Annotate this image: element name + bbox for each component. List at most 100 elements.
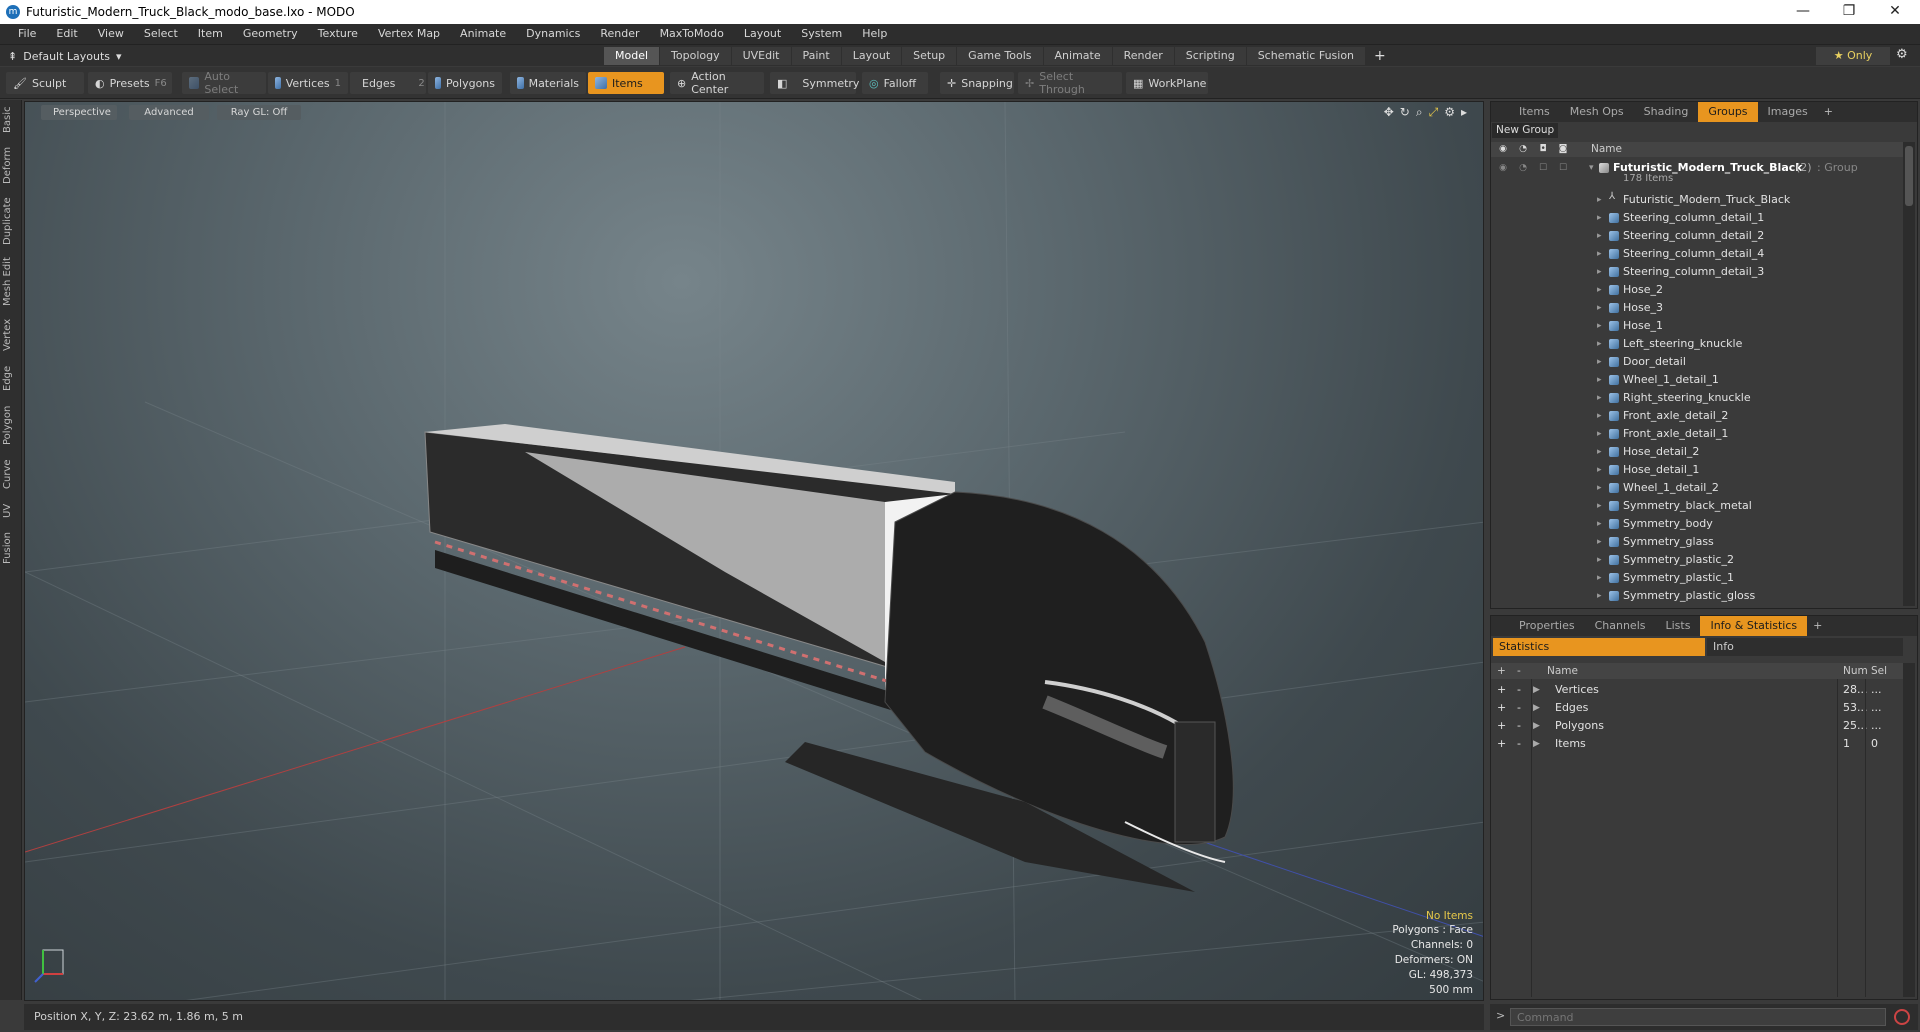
menu-animate[interactable]: Animate: [450, 24, 516, 44]
vtab-fusion[interactable]: Fusion: [2, 530, 20, 566]
statistics-scrollbar[interactable]: [1903, 663, 1915, 997]
viewport-gear-icon[interactable]: ⚙: [1444, 105, 1455, 120]
maximize-button[interactable]: ❐: [1826, 0, 1872, 24]
new-group-button[interactable]: New Group: [1492, 123, 1559, 138]
expand-arrow-icon[interactable]: ▸: [1597, 425, 1602, 443]
groups-scrollbar[interactable]: [1903, 142, 1915, 606]
list-item[interactable]: ▸ Symmetry_plastic_2: [1491, 551, 1903, 569]
list-item[interactable]: ▸ Right_steering_knuckle: [1491, 389, 1903, 407]
list-item[interactable]: ▸ Hose_2: [1491, 281, 1903, 299]
list-item[interactable]: ▸ Symmetry_black_metal: [1491, 497, 1903, 515]
tab-render[interactable]: Render: [1112, 47, 1174, 65]
viewport-expand-icon[interactable]: ▸: [1461, 105, 1467, 120]
list-item[interactable]: ▸ Symmetry_plastic_gloss: [1491, 587, 1903, 605]
list-item[interactable]: ▸ Wheel_1_detail_2: [1491, 479, 1903, 497]
tab-model[interactable]: Model: [604, 47, 660, 65]
expand-arrow-icon[interactable]: ▸: [1597, 281, 1602, 299]
list-item[interactable]: ▸ Hose_1: [1491, 317, 1903, 335]
tab-shading[interactable]: Shading: [1634, 102, 1699, 122]
add-panel-tab-button[interactable]: +: [1818, 102, 1839, 122]
expand-arrow-icon[interactable]: ▸: [1597, 497, 1602, 515]
truck-model[interactable]: [424, 424, 1234, 892]
menu-system[interactable]: System: [791, 24, 852, 44]
list-item[interactable]: ▸ ⅄ Futuristic_Modern_Truck_Black: [1491, 191, 1903, 209]
zoom-icon[interactable]: ⌕: [1416, 105, 1423, 120]
menu-file[interactable]: File: [8, 24, 46, 44]
expand-arrow-icon[interactable]: ▸: [1597, 245, 1602, 263]
vtab-polygon[interactable]: Polygon: [2, 402, 20, 448]
tab-schematic-fusion[interactable]: Schematic Fusion: [1246, 47, 1366, 65]
groups-scrollbar-thumb[interactable]: [1905, 146, 1913, 206]
action-center-button[interactable]: ⊕ Action Center: [670, 70, 764, 96]
expand-arrow-icon[interactable]: ▶: [1533, 735, 1540, 753]
remove-icon[interactable]: -: [1517, 717, 1521, 735]
list-item[interactable]: ▸ Steering_column_detail_1: [1491, 209, 1903, 227]
table-row[interactable]: + - ▶ Edges 53... ...: [1491, 699, 1903, 717]
tab-topology[interactable]: Topology: [660, 47, 731, 65]
add-icon[interactable]: +: [1497, 735, 1506, 753]
list-item[interactable]: ▸ Steering_column_detail_3: [1491, 263, 1903, 281]
tab-images[interactable]: Images: [1758, 102, 1818, 122]
subtab-statistics[interactable]: Statistics: [1493, 638, 1705, 656]
menu-view[interactable]: View: [88, 24, 134, 44]
materials-button[interactable]: Materials: [510, 72, 586, 94]
menu-item[interactable]: Item: [188, 24, 233, 44]
menu-select[interactable]: Select: [134, 24, 188, 44]
expand-arrow-icon[interactable]: ▸: [1597, 479, 1602, 497]
vtab-basic[interactable]: Basic: [2, 104, 20, 136]
expand-arrow-icon[interactable]: ▸: [1597, 533, 1602, 551]
select-through-button[interactable]: ✢ Select Through: [1018, 70, 1122, 96]
menu-help[interactable]: Help: [852, 24, 897, 44]
vtab-edge[interactable]: Edge: [2, 362, 20, 394]
menu-dynamics[interactable]: Dynamics: [516, 24, 590, 44]
symmetry-button[interactable]: ◧ Symmetry: [770, 72, 859, 94]
expand-arrow-icon[interactable]: ▸: [1597, 569, 1602, 587]
expand-arrow-icon[interactable]: ▸: [1597, 299, 1602, 317]
expand-arrow-icon[interactable]: ▸: [1597, 209, 1602, 227]
list-item[interactable]: ▸ Hose_detail_2: [1491, 443, 1903, 461]
list-item[interactable]: ▸ Wheel_1_detail_1: [1491, 371, 1903, 389]
expand-arrow-icon[interactable]: ▸: [1597, 335, 1602, 353]
list-item[interactable]: ▸ Steering_column_detail_2: [1491, 227, 1903, 245]
add-icon[interactable]: +: [1497, 681, 1506, 699]
tab-scripting[interactable]: Scripting: [1174, 47, 1246, 65]
minimize-button[interactable]: —: [1780, 0, 1826, 24]
list-item[interactable]: ▸ Steering_column_detail_4: [1491, 245, 1903, 263]
add-icon[interactable]: +: [1497, 699, 1506, 717]
vtab-mesh-edit[interactable]: Mesh Edit: [2, 256, 20, 308]
auto-select-button[interactable]: Auto Select: [182, 70, 266, 96]
expand-arrow-icon[interactable]: ▸: [1597, 407, 1602, 425]
advanced-button[interactable]: Advanced: [129, 105, 209, 120]
add-properties-tab-button[interactable]: +: [1807, 616, 1828, 636]
tab-groups[interactable]: Groups: [1698, 102, 1758, 122]
table-row[interactable]: + - ▶ Vertices 28... ...: [1491, 681, 1903, 699]
fit-icon[interactable]: ⤢: [1429, 105, 1439, 120]
polygons-button[interactable]: Polygons: [428, 72, 502, 94]
raygl-button[interactable]: Ray GL: Off: [217, 105, 301, 120]
subtab-info[interactable]: Info: [1707, 638, 1903, 656]
tab-layout[interactable]: Layout: [841, 47, 902, 65]
tab-mesh-ops[interactable]: Mesh Ops: [1560, 102, 1634, 122]
expand-arrow-icon[interactable]: ▸: [1597, 551, 1602, 569]
expand-arrow-icon[interactable]: ▶: [1533, 717, 1540, 735]
items-button[interactable]: Items: [588, 72, 664, 94]
list-item[interactable]: ▸ Left_steering_knuckle: [1491, 335, 1903, 353]
tab-game-tools[interactable]: Game Tools: [957, 47, 1043, 65]
list-item[interactable]: ▸ Symmetry_body: [1491, 515, 1903, 533]
expand-arrow-icon[interactable]: ▸: [1597, 443, 1602, 461]
expand-arrow-icon[interactable]: ▸: [1597, 227, 1602, 245]
pan-icon[interactable]: ✥: [1384, 105, 1394, 120]
list-item[interactable]: ▸ Symmetry_plastic_1: [1491, 569, 1903, 587]
workplane-button[interactable]: ▦ WorkPlane: [1126, 72, 1208, 94]
list-item[interactable]: ▸ Hose_detail_1: [1491, 461, 1903, 479]
expand-arrow-icon[interactable]: ▸: [1597, 389, 1602, 407]
close-button[interactable]: ✕: [1872, 0, 1918, 24]
list-item[interactable]: ▸ Front_axle_detail_1: [1491, 425, 1903, 443]
expand-arrow-icon[interactable]: ▸: [1597, 587, 1602, 605]
edges-button[interactable]: Edges 2: [350, 72, 426, 94]
expand-arrow-icon[interactable]: ▸: [1597, 515, 1602, 533]
remove-icon[interactable]: -: [1517, 681, 1521, 699]
remove-icon[interactable]: -: [1517, 699, 1521, 717]
tab-info-statistics[interactable]: Info & Statistics: [1700, 616, 1808, 636]
gear-icon[interactable]: ⚙: [1896, 47, 1908, 62]
